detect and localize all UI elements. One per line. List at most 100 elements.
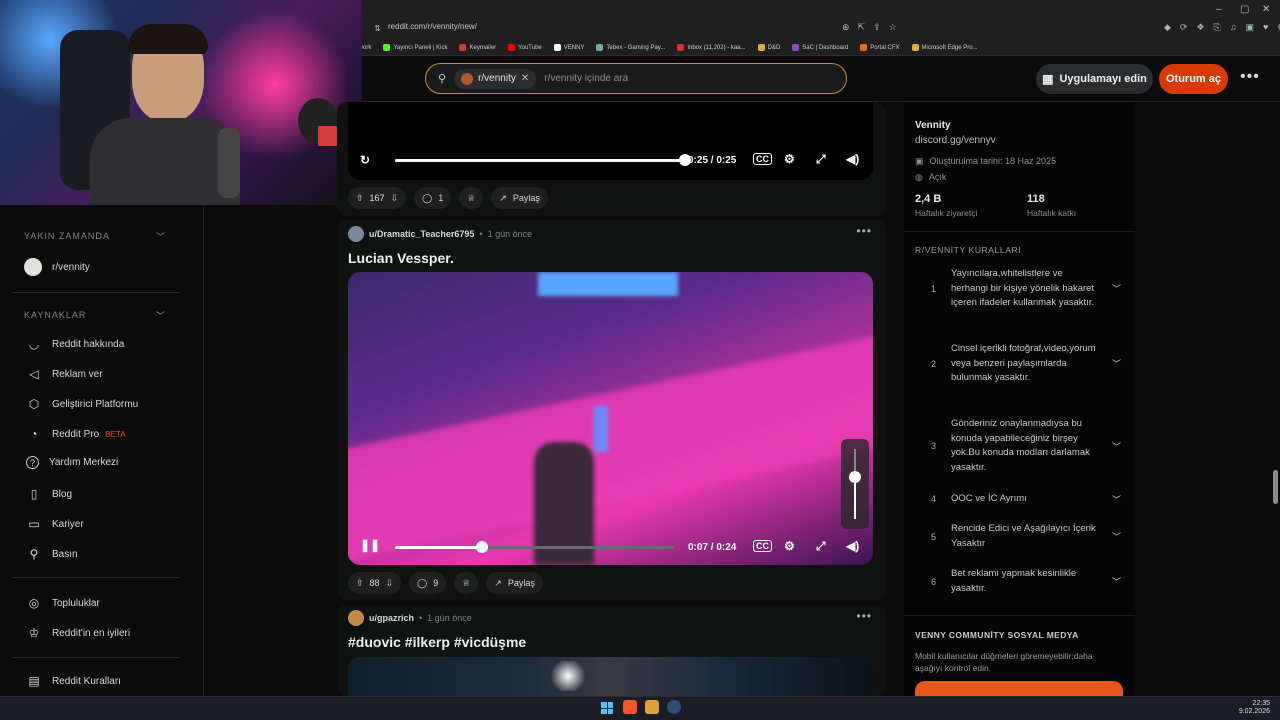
pause-icon[interactable]: ❚❚ bbox=[360, 538, 380, 552]
chevron-down-icon[interactable]: ﹀ bbox=[156, 230, 165, 243]
community-chip[interactable]: r/vennity ✕ bbox=[454, 68, 537, 89]
downvote-icon[interactable]: ⇩ bbox=[391, 193, 399, 204]
bookmark[interactable]: Portal CFX bbox=[860, 44, 900, 51]
page-scrollbar[interactable] bbox=[1273, 470, 1278, 504]
sidebar-item-about-reddit[interactable]: ◡ Reddit hakkında bbox=[26, 336, 125, 352]
recent-section-title: YAKIN ZAMANDA bbox=[24, 231, 110, 241]
zoom-icon[interactable]: ⊕ bbox=[842, 22, 850, 33]
extension-icon[interactable]: ⎘ bbox=[1214, 22, 1221, 33]
extension-icon[interactable]: ♥ bbox=[1263, 22, 1268, 33]
rule-item[interactable]: 1 Yayıncılara,whitelistlere ve herhangi b… bbox=[931, 267, 1121, 311]
sidebar-item-best-of-reddit[interactable]: ♔ Reddit'in en iyileri bbox=[26, 625, 130, 641]
bookmark-label: Inbox (11,202) - kaa... bbox=[687, 44, 746, 51]
sidebar-item-press[interactable]: ⚲ Basın bbox=[26, 546, 78, 562]
post-options-icon[interactable]: ••• bbox=[856, 224, 872, 238]
settings-icon[interactable]: ⚙ bbox=[784, 152, 795, 166]
volume-slider[interactable] bbox=[841, 439, 869, 529]
comments-button[interactable]: ◯ 9 bbox=[409, 572, 447, 594]
replay-icon[interactable]: ↻ bbox=[360, 153, 370, 167]
bookmark[interactable]: Inbox (11,202) - kaa... bbox=[677, 44, 746, 51]
extension-icon[interactable]: ▣ bbox=[1246, 22, 1255, 33]
maximize-button[interactable]: ▢ bbox=[1240, 4, 1249, 15]
get-app-button[interactable]: ▦ Uygulamayı edin bbox=[1036, 64, 1153, 94]
fullscreen-icon[interactable]: ⤢ bbox=[816, 539, 826, 554]
volume-icon[interactable]: ◀) bbox=[846, 152, 859, 166]
post-title[interactable]: Lucian Vessper. bbox=[348, 250, 454, 266]
video-player[interactable]: ↻ 0:25 / 0:25 CC ⚙ ⤢ ◀) bbox=[348, 102, 873, 180]
site-info-icon[interactable]: ⇅ bbox=[374, 24, 381, 33]
community-link[interactable]: discord.gg/vennyv bbox=[915, 135, 996, 146]
upvote-icon[interactable]: ⇧ bbox=[356, 193, 364, 204]
sidebar-item-careers[interactable]: ▭ Kariyer bbox=[26, 516, 83, 532]
sidebar-item-developer-platform[interactable]: ⬡ Geliştirici Platformu bbox=[26, 396, 138, 412]
install-icon[interactable]: ⇱ bbox=[858, 22, 866, 33]
upvote-icon[interactable]: ⇧ bbox=[356, 578, 364, 589]
more-options-icon[interactable]: ••• bbox=[1240, 68, 1260, 86]
video-thumbnail[interactable] bbox=[348, 657, 873, 696]
bookmark[interactable]: Yayıncı Paneli | Kick bbox=[383, 44, 447, 51]
post-author[interactable]: u/Dramatic_Teacher6795 bbox=[369, 229, 474, 239]
extension-icon[interactable]: ◆ bbox=[1164, 22, 1171, 33]
sidebar-item-communities[interactable]: ◎ Topluluklar bbox=[26, 595, 100, 611]
settings-icon[interactable]: ⚙ bbox=[784, 539, 795, 553]
bookmark[interactable]: SaC | Dashboard bbox=[792, 44, 848, 51]
remove-chip-icon[interactable]: ✕ bbox=[521, 73, 529, 84]
video-player[interactable]: ❚❚ 0:07 / 0:24 CC ⚙ ⤢ ◀) bbox=[348, 272, 873, 565]
sidebar-item-reddit-rules[interactable]: ▤ Reddit Kuralları bbox=[26, 673, 121, 689]
sidebar-item-advertise[interactable]: ◁ Reklam ver bbox=[26, 366, 102, 382]
post-author[interactable]: u/gpazrich bbox=[369, 613, 414, 623]
close-window-button[interactable]: ✕ bbox=[1262, 4, 1270, 15]
bookmark[interactable]: Tebex - Gaming Pay... bbox=[596, 44, 665, 51]
captions-icon[interactable]: CC bbox=[753, 153, 772, 165]
user-avatar[interactable] bbox=[348, 610, 364, 626]
address-bar[interactable]: reddit.com/r/vennity/new/ bbox=[388, 22, 477, 31]
bookmark[interactable]: D&D bbox=[757, 44, 780, 51]
extension-icon[interactable]: ⟳ bbox=[1180, 22, 1188, 33]
comments-button[interactable]: ◯ 1 bbox=[414, 187, 452, 209]
rule-item[interactable]: 5 Rencide Edici ve Aşağılayıcı İçerik Yas… bbox=[931, 522, 1121, 551]
login-button[interactable]: Oturum aç bbox=[1159, 64, 1228, 94]
rule-item[interactable]: 6 Bet reklamı yapmak kesinlikle yasaktır.… bbox=[931, 567, 1121, 596]
social-link-button[interactable] bbox=[915, 681, 1123, 696]
sidebar-item-blog[interactable]: ▯ Blog bbox=[26, 486, 72, 502]
captions-icon[interactable]: CC bbox=[753, 540, 772, 552]
share-icon[interactable]: ⇪ bbox=[873, 22, 881, 33]
bookmark[interactable]: Microsoft Edge Pro... bbox=[911, 44, 978, 51]
award-icon: ♕ bbox=[462, 577, 471, 588]
bookmark[interactable]: VENNY bbox=[553, 44, 584, 51]
volume-handle[interactable] bbox=[849, 471, 861, 483]
rule-item[interactable]: 2 Cinsel içerikli fotoğraf,video,yorum ve… bbox=[931, 342, 1121, 386]
start-icon[interactable] bbox=[601, 702, 613, 714]
sidebar-item-reddit-pro[interactable]: ◔ Reddit Pro BETA bbox=[26, 426, 125, 442]
bookmark[interactable]: YouTube bbox=[508, 44, 542, 51]
favorite-icon[interactable]: ☆ bbox=[889, 22, 897, 33]
post-title[interactable]: #duovic #ilkerp #vicdüşme bbox=[348, 634, 526, 650]
post-options-icon[interactable]: ••• bbox=[856, 609, 872, 623]
fullscreen-icon[interactable]: ⤢ bbox=[816, 152, 826, 167]
search-bar[interactable]: ⚲ r/vennity ✕ r/vennity içinde ara bbox=[425, 63, 847, 94]
steam-icon[interactable] bbox=[667, 700, 681, 714]
award-button[interactable]: ♕ bbox=[454, 572, 479, 594]
extension-icon[interactable]: ❖ bbox=[1196, 22, 1204, 33]
sidebar-item-help-center[interactable]: ? Yardım Merkezi bbox=[26, 456, 118, 469]
share-button[interactable]: ↗ Paylaş bbox=[486, 572, 543, 594]
social-title: VENNY COMMUNİTY SOSYAL MEDYA bbox=[915, 630, 1079, 640]
award-button[interactable]: ♕ bbox=[459, 187, 484, 209]
progress-handle[interactable] bbox=[475, 541, 488, 553]
chevron-down-icon[interactable]: ﹀ bbox=[156, 309, 165, 322]
clock[interactable]: 22:35 9.02.2026 bbox=[1228, 700, 1270, 716]
weekly-visitors-value: 2,4 B bbox=[915, 193, 942, 205]
downvote-icon[interactable]: ⇩ bbox=[386, 578, 394, 589]
user-avatar[interactable] bbox=[348, 226, 364, 242]
search-input[interactable]: r/vennity içinde ara bbox=[544, 73, 628, 84]
brave-icon[interactable] bbox=[623, 700, 637, 714]
rule-item[interactable]: 4 OOC ve İC Ayrımı ﹀ bbox=[931, 492, 1121, 507]
share-button[interactable]: ↗ Paylaş bbox=[491, 187, 548, 209]
rule-item[interactable]: 3 Gönderiniz onaylanmadıysa bu konuda yap… bbox=[931, 417, 1121, 475]
sidebar-item-vennity[interactable]: r/vennity bbox=[24, 258, 90, 276]
volume-icon[interactable]: ◀) bbox=[846, 539, 859, 553]
bookmark[interactable]: Keymailer bbox=[459, 44, 496, 51]
app-icon[interactable] bbox=[645, 700, 659, 714]
minimize-button[interactable]: – bbox=[1216, 4, 1222, 15]
extension-icon[interactable]: ♫ bbox=[1230, 22, 1237, 33]
